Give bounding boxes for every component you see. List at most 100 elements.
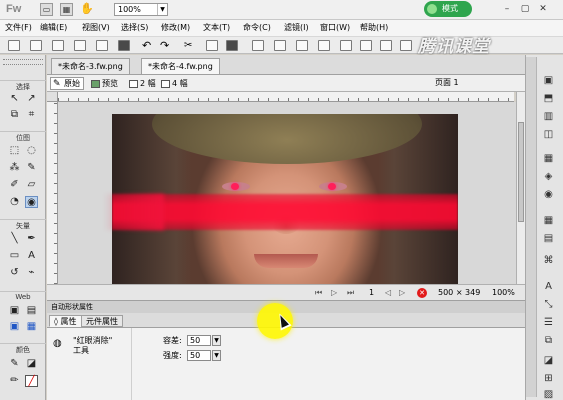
join-icon[interactable] [296,40,308,51]
pencil-tool-icon[interactable]: ✐ [8,179,21,191]
chevron-down-icon[interactable]: ▼ [212,335,221,346]
menu-command[interactable]: 命令(C) [243,22,271,34]
page-selector[interactable]: 页面 1 [427,77,522,90]
print-icon[interactable] [118,40,130,51]
first-frame-icon[interactable]: ⏮ [315,288,322,298]
document-tab-1[interactable]: *未命名-3.fw.png [51,58,130,74]
layers-panel-icon[interactable]: ⬒ [540,93,557,105]
chevron-down-icon[interactable]: ▼ [212,350,221,361]
view-tab-original[interactable]: ✎ 原始 [50,77,84,90]
library-panel-icon[interactable]: ◈ [540,171,557,183]
magic-wand-tool-icon[interactable]: ⁂ [8,162,21,174]
pointer-tool-icon[interactable]: ↖ [8,93,21,105]
tolerance-input[interactable]: 50 [187,335,211,346]
redo-icon[interactable]: ↷ [160,40,172,51]
transform-icon[interactable]: ⤡ [540,299,557,311]
show-slices-icon[interactable]: ▦ [25,321,38,333]
new-file-icon[interactable] [8,40,20,51]
align-panel-icon[interactable]: ☰ [540,317,557,329]
marquee-tool-icon[interactable]: ⬚ [8,145,21,157]
menu-modify[interactable]: 修改(M) [161,22,190,34]
text-panel-icon[interactable]: A [540,281,557,293]
copy-icon[interactable] [206,40,218,51]
align-right-icon[interactable] [380,40,392,51]
view-tab-2up[interactable]: 2 幅 [126,77,160,90]
view-tab-preview[interactable]: 预览 [88,77,122,90]
save-icon[interactable] [52,40,64,51]
minimize-icon[interactable]: – [500,3,514,16]
rectangle-tool-icon[interactable]: ▭ [8,250,21,262]
menu-select[interactable]: 选择(S) [121,22,148,34]
panel-grip[interactable] [526,57,537,397]
styles-icon[interactable]: ◪ [540,355,557,367]
paint-bucket-tool-icon[interactable]: ◪ [25,358,38,370]
menu-view[interactable]: 视图(V) [82,22,110,34]
canvas-area[interactable] [58,102,516,284]
paste-icon[interactable] [226,40,238,51]
menu-file[interactable]: 文件(F) [5,22,32,34]
symbols-panel-icon[interactable]: ◉ [540,189,557,201]
bridge-icon[interactable]: ▦ [60,3,73,16]
pages-panel-icon[interactable]: ▣ [540,75,557,87]
eraser-tool-icon[interactable]: ▱ [25,179,38,191]
horizontal-ruler[interactable] [58,92,514,102]
hide-slices-icon[interactable]: ▣ [8,321,21,333]
prev-frame-icon[interactable]: ◁ [385,288,391,298]
fill-color-swatch[interactable]: ╱ [25,375,38,387]
menu-text[interactable]: 文本(T) [203,22,230,34]
document-icon[interactable]: ▭ [40,3,53,16]
swatches-panel-icon[interactable]: ▦ [540,215,557,227]
lasso-tool-icon[interactable]: ◌ [25,145,38,157]
menu-filters[interactable]: 滤镜(I) [284,22,309,34]
panel-grip[interactable] [3,59,43,65]
open-file-icon[interactable] [30,40,42,51]
freeform-tool-icon[interactable]: ↺ [8,267,21,279]
split-icon[interactable] [318,40,330,51]
align-center-icon[interactable] [360,40,372,51]
eyedropper-tool-icon[interactable]: ✎ [8,358,21,370]
document-tab-2[interactable]: *未命名-4.fw.png [141,58,220,74]
group-icon[interactable] [252,40,264,51]
ungroup-icon[interactable] [274,40,286,51]
hotspot-tool-icon[interactable]: ▣ [8,305,21,317]
paths-panel-icon[interactable]: ⌘ [540,255,557,267]
vertical-ruler[interactable] [47,102,58,284]
zoom-select[interactable]: 100% ▼ [114,3,168,16]
slice-tool-icon[interactable]: ▤ [25,305,38,317]
hand-icon[interactable]: ✋ [80,3,94,16]
view-tab-4up[interactable]: 4 幅 [158,77,192,90]
export-icon[interactable] [96,40,108,51]
red-eye-tool-icon[interactable]: ◉ [25,196,38,208]
states-panel-icon[interactable]: ▥ [540,111,557,123]
align-left-icon[interactable] [340,40,352,51]
styles-panel-icon[interactable]: ▦ [540,153,557,165]
menu-edit[interactable]: 编辑(E) [40,22,67,34]
menu-help[interactable]: 帮助(H) [360,22,388,34]
brush-tool-icon[interactable]: ✎ [25,162,38,174]
last-frame-icon[interactable]: ⏭ [347,288,354,298]
stop-icon[interactable]: ✕ [417,288,427,298]
canvas-scrollbar[interactable] [516,92,525,284]
crop-tool-icon[interactable]: ⌗ [25,109,38,121]
close-icon[interactable]: ✕ [536,3,550,16]
subselect-tool-icon[interactable]: ↗ [25,93,38,105]
image-edit-icon[interactable]: ▤ [540,233,557,245]
tab-properties[interactable]: ◊ 属性 [49,315,82,327]
stroke-color-icon[interactable]: ✏ [8,375,21,387]
strength-input[interactable]: 50 [187,350,211,361]
text-tool-icon[interactable]: A [25,250,38,262]
zoom-level[interactable]: 100% [492,288,515,298]
maximize-icon[interactable]: ▢ [518,3,532,16]
menu-window[interactable]: 窗口(W) [320,22,350,34]
import-icon[interactable] [74,40,86,51]
scrollbar-thumb[interactable] [518,122,524,222]
next-frame-icon[interactable]: ▷ [399,288,405,298]
play-icon[interactable]: ▷ [331,288,337,298]
blur-tool-icon[interactable]: ◔ [8,196,21,208]
history-panel-icon[interactable]: ◫ [540,129,557,141]
knife-tool-icon[interactable]: ⌁ [25,267,38,279]
web-layer-icon[interactable]: ⊞ [540,373,557,385]
info-panel-icon[interactable]: ⧉ [540,335,557,347]
tab-symbol-properties[interactable]: 元件属性 [81,315,123,327]
scale-tool-icon[interactable]: ⧉ [8,109,21,121]
